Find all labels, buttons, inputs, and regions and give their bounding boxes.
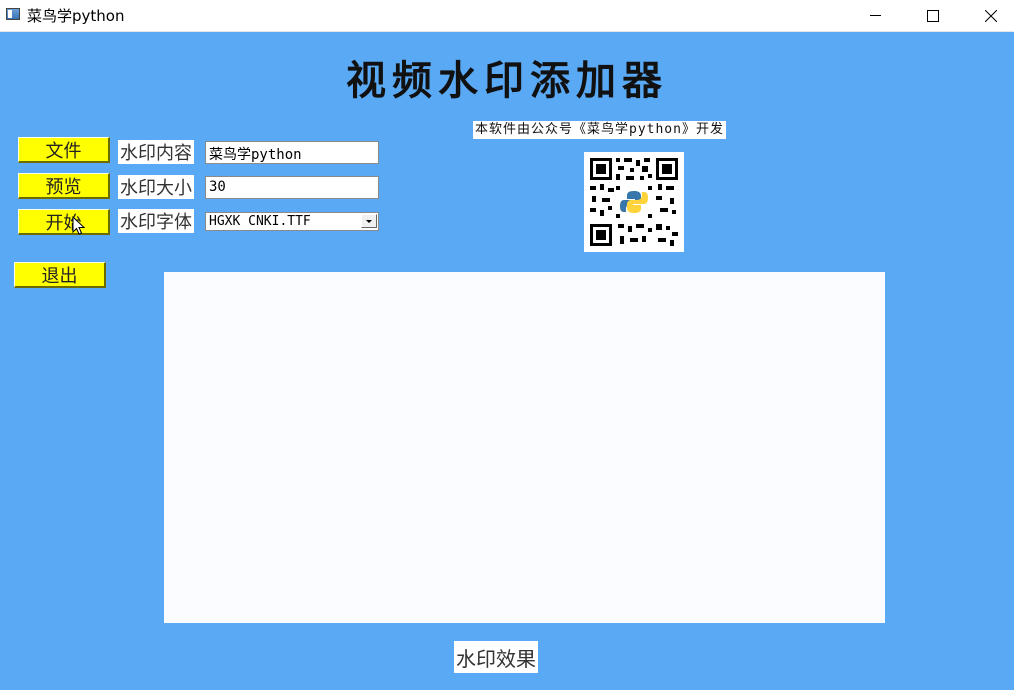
app-client-area: 视频水印添加器 本软件由公众号《菜鸟学python》开发 文件 预览 开始 退出…	[0, 32, 1014, 690]
watermark-font-select[interactable]: HGXK CNKI.TTF	[205, 212, 379, 231]
minimize-button[interactable]	[852, 0, 898, 31]
qr-code-icon	[584, 152, 684, 252]
mouse-cursor-icon	[72, 216, 86, 235]
window-title: 菜鸟学python	[27, 7, 125, 25]
file-button[interactable]: 文件	[18, 137, 110, 163]
maximize-icon	[927, 9, 939, 22]
credit-label: 本软件由公众号《菜鸟学python》开发	[473, 121, 726, 139]
font-select-value: HGXK CNKI.TTF	[209, 214, 311, 229]
qr-code-graphic	[584, 152, 684, 252]
window-app-icon	[6, 8, 20, 20]
content-label: 水印内容	[118, 140, 194, 164]
maximize-button[interactable]	[910, 0, 956, 31]
close-button[interactable]	[968, 0, 1014, 31]
window-titlebar: 菜鸟学python	[0, 0, 1014, 32]
size-label: 水印大小	[118, 175, 194, 199]
font-label: 水印字体	[118, 209, 194, 233]
start-button[interactable]: 开始	[18, 209, 110, 235]
exit-button[interactable]: 退出	[14, 262, 106, 288]
minimize-icon	[869, 15, 881, 16]
preview-button[interactable]: 预览	[18, 173, 110, 199]
close-icon	[985, 9, 997, 22]
preview-canvas	[164, 272, 885, 623]
preview-caption: 水印效果	[454, 641, 538, 673]
chevron-down-icon[interactable]	[361, 214, 377, 228]
watermark-size-input[interactable]: 30	[205, 176, 379, 199]
watermark-content-input[interactable]: 菜鸟学python	[205, 141, 379, 164]
page-title: 视频水印添加器	[346, 57, 668, 104]
